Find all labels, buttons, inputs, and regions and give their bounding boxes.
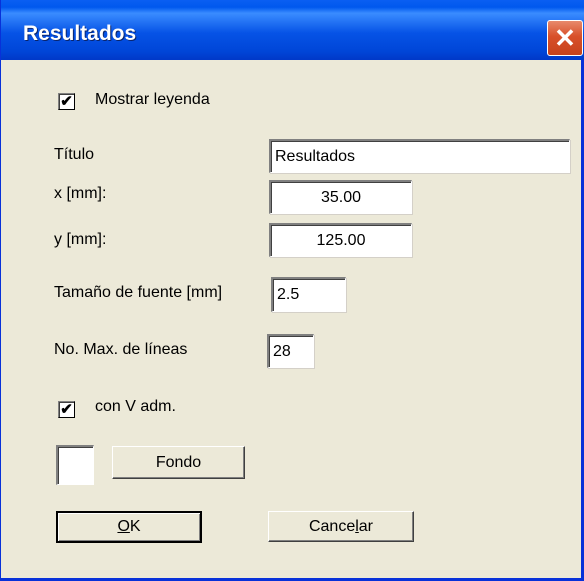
background-button[interactable]: Fondo [112, 446, 245, 479]
max-lines-input[interactable]: 28 [267, 334, 314, 368]
results-dialog: Resultados ✕ ✔ Mostrar leyenda Título Re… [0, 0, 584, 581]
max-lines-label: No. Max. de líneas [54, 341, 188, 358]
font-size-label: Tamaño de fuente [mm] [54, 284, 223, 301]
x-input[interactable]: 35.00 [269, 180, 412, 214]
cancel-button[interactable]: Cancelar [268, 511, 414, 542]
cancel-button-label: Cancelar [308, 517, 374, 535]
with-v-adm-label: con V adm. [95, 398, 176, 415]
title-label: Título [54, 146, 95, 163]
x-label: x [mm]: [54, 185, 107, 202]
ok-button[interactable]: OK [56, 511, 202, 543]
show-legend-label: Mostrar leyenda [95, 91, 210, 108]
checkmark-icon: ✔ [60, 401, 73, 418]
y-input[interactable]: 125.00 [269, 223, 412, 257]
close-button[interactable]: ✕ [547, 20, 583, 56]
close-icon: ✕ [554, 22, 576, 53]
window-title: Resultados [23, 22, 137, 45]
background-color-swatch[interactable] [56, 445, 94, 485]
ok-button-label: OK [117, 518, 141, 535]
y-label: y [mm]: [54, 231, 107, 248]
checkmark-icon: ✔ [60, 93, 73, 110]
font-size-input[interactable]: 2.5 [271, 277, 346, 312]
title-input[interactable]: Resultados [269, 139, 570, 173]
show-legend-checkbox[interactable]: ✔ [58, 93, 75, 110]
with-v-adm-checkbox[interactable]: ✔ [58, 401, 75, 418]
title-bar[interactable]: Resultados ✕ [1, 0, 584, 60]
